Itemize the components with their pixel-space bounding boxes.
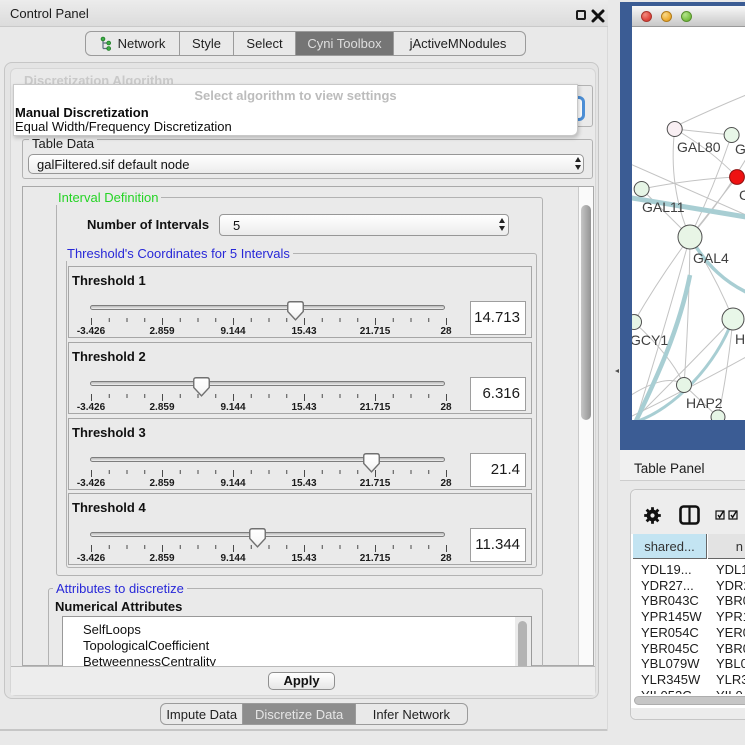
- svg-text:GAL4: GAL4: [693, 250, 729, 266]
- svg-text:H: H: [735, 331, 745, 347]
- svg-text:GAL80: GAL80: [677, 139, 721, 155]
- svg-text:GAL11: GAL11: [642, 199, 685, 215]
- svg-text:GCY1: GCY1: [632, 332, 668, 348]
- svg-text:CY: CY: [739, 187, 745, 203]
- svg-text:GA: GA: [735, 141, 745, 157]
- svg-text:HAP2: HAP2: [686, 395, 723, 411]
